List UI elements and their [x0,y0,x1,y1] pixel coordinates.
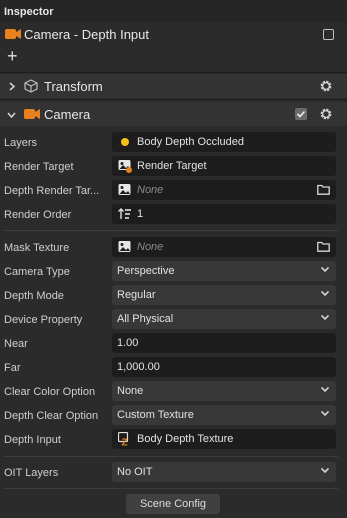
chevron-down-icon [320,410,330,417]
mask-texture-field[interactable]: None [112,237,336,257]
layers-value: Body Depth Occluded [137,136,245,148]
check-icon [296,110,306,118]
device-property-value: All Physical [117,313,174,325]
folder-icon[interactable] [317,184,330,195]
near-input[interactable]: 1.00 [112,333,336,353]
sort-order-icon [118,208,131,219]
render-target-field[interactable]: Render Target [112,156,336,176]
render-order-field[interactable]: 1 [112,204,336,224]
oit-layers-dropdown[interactable]: No OIT [112,462,336,482]
divider [0,99,347,100]
image-icon [118,241,131,252]
panel-title: Inspector [4,6,54,18]
object-enabled-checkbox[interactable] [323,29,334,40]
near-value: 1.00 [117,337,139,349]
layers-field[interactable]: Body Depth Occluded [112,132,336,152]
render-order-label: Render Order [4,209,72,221]
depth-texture-icon: Z [118,432,129,447]
scene-config-button[interactable]: Scene Config [126,494,220,514]
clear-color-option-dropdown[interactable]: None [112,381,336,401]
chevron-down-icon [320,266,330,273]
chevron-down-icon [320,386,330,393]
far-label: Far [4,362,21,374]
depth-input-field[interactable]: Z Body Depth Texture [112,429,336,449]
camera-type-dropdown[interactable]: Perspective [112,261,336,281]
mask-texture-value: None [137,241,164,253]
depth-mode-value: Regular [117,289,156,301]
depth-render-target-value: None [137,184,164,196]
render-target-icon [118,160,132,173]
render-order-value: 1 [137,208,144,220]
transform-icon [24,79,38,93]
near-label: Near [4,338,28,350]
camera-enabled-checkbox[interactable] [295,108,307,120]
render-target-label: Render Target [4,161,74,173]
image-icon [118,184,131,195]
depth-clear-option-value: Custom Texture [117,409,194,421]
chevron-down-icon [320,467,330,474]
depth-clear-option-label: Depth Clear Option [4,410,99,422]
clear-color-option-label: Clear Color Option [4,386,96,398]
depth-input-label: Depth Input [4,434,61,446]
oit-layers-value: No OIT [117,466,153,478]
device-property-label: Device Property [4,314,83,326]
divider [0,72,347,73]
camera-icon [5,29,21,39]
layer-dot-icon [121,138,129,146]
depth-render-target-field[interactable]: None [112,180,336,200]
gear-icon[interactable] [319,79,333,93]
gear-icon[interactable] [319,107,333,121]
render-target-value: Render Target [137,160,207,172]
camera-type-value: Perspective [117,265,175,277]
layers-label: Layers [4,137,38,149]
svg-text:Z: Z [122,438,128,447]
camera-icon [24,109,40,119]
chevron-down-icon [320,314,330,321]
far-value: 1,000.00 [117,361,160,373]
divider [4,230,338,231]
divider [4,456,338,457]
chevron-down-icon[interactable] [7,111,16,119]
folder-icon[interactable] [317,241,330,252]
depth-input-value: Body Depth Texture [137,433,234,445]
divider [4,488,338,489]
object-name[interactable]: Camera - Depth Input [24,27,149,42]
device-property-dropdown[interactable]: All Physical [112,309,336,329]
depth-clear-option-dropdown[interactable]: Custom Texture [112,405,336,425]
depth-render-target-label: Depth Render Tar... [4,185,100,197]
camera-type-label: Camera Type [4,266,70,278]
transform-label: Transform [44,79,103,94]
far-input[interactable]: 1,000.00 [112,357,336,377]
mask-texture-label: Mask Texture [4,242,70,254]
camera-label: Camera [44,107,91,122]
oit-layers-label: OIT Layers [4,467,59,479]
depth-mode-label: Depth Mode [4,290,64,302]
chevron-down-icon [320,290,330,297]
clear-color-option-value: None [117,385,144,397]
chevron-right-icon[interactable] [8,82,16,91]
add-component-button[interactable]: + [7,47,18,65]
depth-mode-dropdown[interactable]: Regular [112,285,336,305]
